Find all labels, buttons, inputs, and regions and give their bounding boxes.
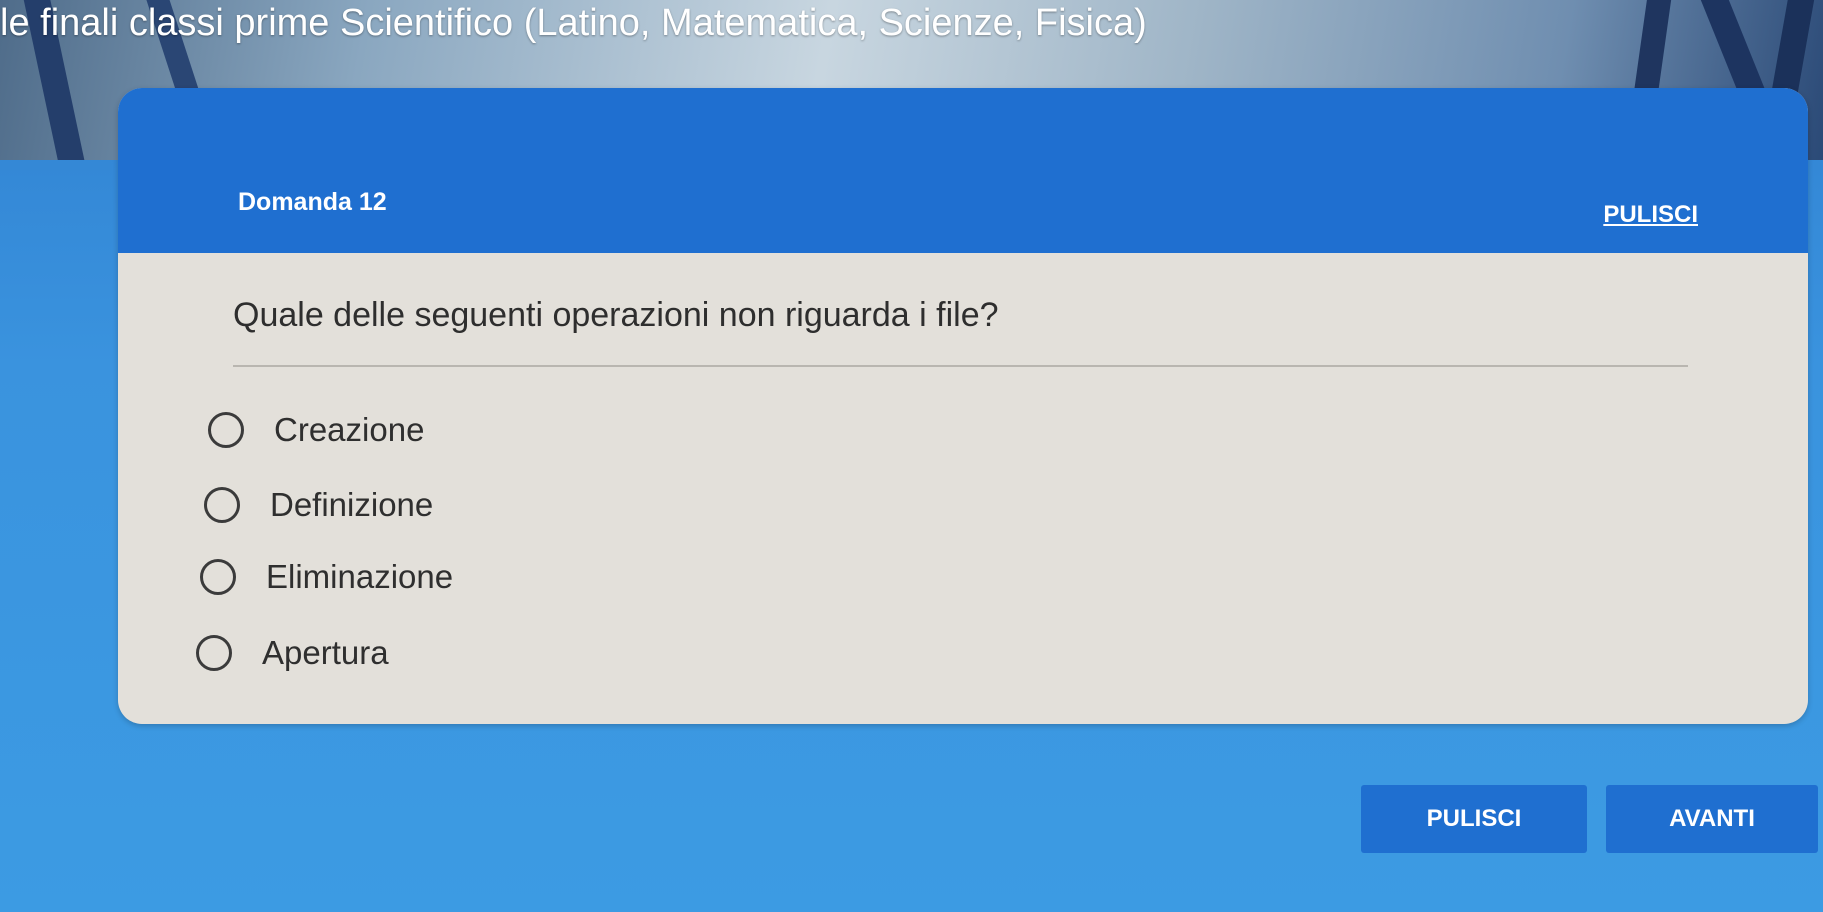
answer-option-definizione[interactable]: Definizione	[204, 481, 804, 529]
answer-option-label: Eliminazione	[266, 558, 454, 595]
question-number: Domanda 12	[238, 188, 387, 216]
question-text: Quale delle seguenti operazioni non rigu…	[233, 296, 999, 334]
question-divider	[233, 365, 1688, 367]
answer-option-creazione[interactable]: Creazione	[208, 406, 808, 454]
clear-button[interactable]: PULISCI	[1361, 785, 1587, 853]
radio-button-icon[interactable]	[204, 487, 240, 523]
question-card: Domanda 12 PULISCI Quale delle seguenti …	[118, 88, 1808, 724]
answer-option-label: Definizione	[270, 486, 434, 523]
answer-option-apertura[interactable]: Apertura	[196, 629, 796, 677]
radio-button-icon[interactable]	[196, 635, 232, 671]
answer-option-eliminazione[interactable]: Eliminazione	[200, 553, 800, 601]
next-button[interactable]: AVANTI	[1606, 785, 1818, 853]
answer-option-label: Creazione	[274, 411, 425, 448]
radio-button-icon[interactable]	[200, 559, 236, 595]
question-header: Domanda 12 PULISCI	[118, 88, 1808, 253]
quiz-title: le finali classi prime Scientifico (Lati…	[0, 2, 1147, 44]
radio-button-icon[interactable]	[208, 412, 244, 448]
clear-answer-link[interactable]: PULISCI	[1603, 201, 1698, 229]
answer-option-label: Apertura	[262, 634, 389, 671]
